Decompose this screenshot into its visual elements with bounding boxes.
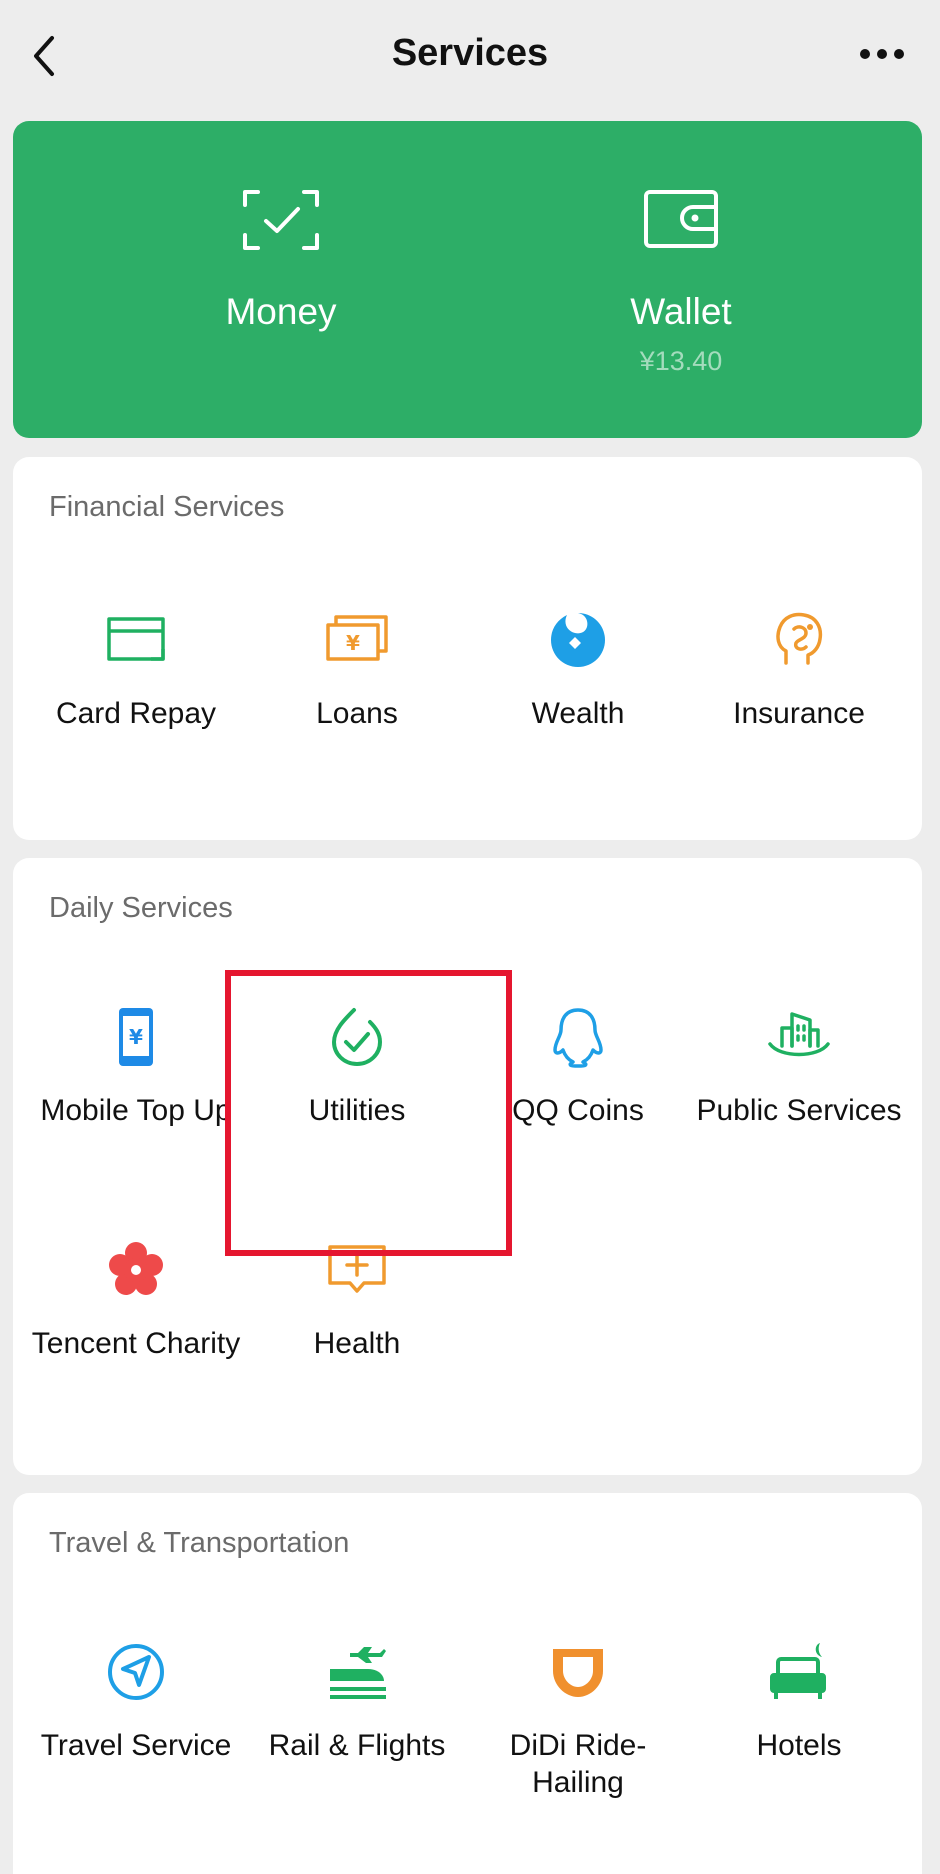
wallet-button[interactable]: Wallet ¥13.40 [481,121,881,438]
travel-service-label: Travel Service [40,1729,232,1762]
mobile-topup-icon: ¥ [119,1008,153,1066]
mobile-topup-label: Mobile Top Up [40,1094,232,1127]
section-title: Daily Services [49,892,233,924]
loans-icon: ¥ [326,615,388,661]
insurance-label: Insurance [733,697,865,730]
hotels-icon [770,1643,826,1699]
wealth-button[interactable]: Wealth [468,607,688,732]
public-services-label: Public Services [696,1094,902,1127]
didi-icon [553,1649,603,1697]
svg-text:¥: ¥ [346,631,360,655]
mobile-topup-button[interactable]: ¥ Mobile Top Up [26,1004,246,1129]
nav-header: Services [0,0,940,112]
health-label: Health [313,1327,401,1360]
hotels-label: Hotels [756,1729,842,1762]
rail-flights-label: Rail & Flights [268,1729,446,1762]
public-services-icon [768,1012,830,1057]
svg-text:¥: ¥ [129,1025,143,1049]
card-repay-label: Card Repay [55,697,217,730]
rail-flights-button[interactable]: Rail & Flights [247,1639,467,1764]
scan-check-icon [243,190,319,250]
travel-service-button[interactable]: Travel Service [26,1639,246,1764]
didi-ride-hailing-button[interactable]: DiDi Ride-Hailing [468,1639,688,1801]
card-repay-button[interactable]: Card Repay [26,607,246,732]
tencent-charity-button[interactable]: Tencent Charity [26,1237,246,1362]
wealth-label: Wealth [531,697,625,730]
wallet-balance: ¥13.40 [639,346,723,376]
utilities-highlight-box [225,970,512,1256]
wealth-icon [551,613,605,667]
travel-service-icon [108,1644,164,1700]
more-button[interactable] [852,36,912,72]
section-title: Travel & Transportation [49,1527,350,1559]
rail-flights-icon [330,1647,386,1699]
money-label: Money [225,291,337,332]
money-button[interactable]: Money [81,121,481,438]
travel-transportation-card: Travel & Transportation Travel Service R… [13,1493,922,1874]
services-page: Services Money Wallet ¥13.40 Financial S… [0,0,940,1874]
tencent-charity-label: Tencent Charity [31,1327,241,1360]
loans-button[interactable]: ¥ Loans [247,607,467,732]
insurance-button[interactable]: Insurance [689,607,909,732]
insurance-icon [776,612,823,665]
qq-coins-icon [553,1008,603,1068]
page-title: Services [391,32,549,74]
wallet-banner: Money Wallet ¥13.40 [13,121,922,438]
wallet-icon [644,190,718,248]
didi-ride-hailing-label: DiDi Ride-Hailing [509,1729,647,1799]
more-dots-icon [860,49,904,59]
public-services-button[interactable]: Public Services [689,1004,909,1129]
financial-services-card: Financial Services Card Repay ¥ Loans We… [13,457,922,840]
wallet-label: Wallet [630,291,732,332]
hotels-button[interactable]: Hotels [689,1639,909,1764]
charity-icon [109,1242,163,1295]
loans-label: Loans [316,697,398,730]
section-title: Financial Services [49,491,285,523]
card-repay-icon [107,617,165,661]
